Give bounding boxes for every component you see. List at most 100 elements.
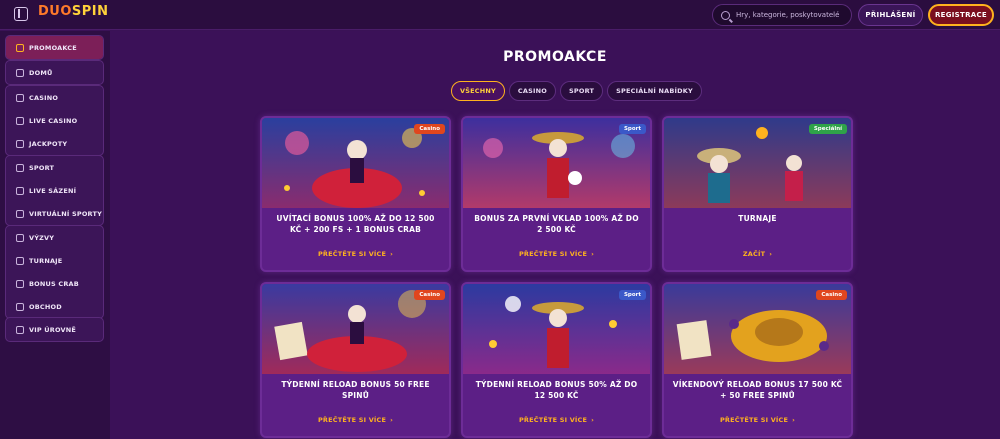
read-more-label: PŘEČTĚTE SI VÍCE [719,416,789,424]
challenge-icon [16,233,24,242]
category-badge: Casino [414,290,445,300]
read-more-link[interactable]: PŘEČTĚTE SI VÍCE › [262,250,449,258]
sidebar-item-label: VÝZVY [29,233,55,242]
chevron-right-icon: › [390,416,394,424]
sidebar-item-label: JACKPOTY [29,139,68,148]
search-icon [721,10,730,20]
main-content: PROMOAKCE VŠECHNY CASINO SPORT SPECIÁLNÍ… [110,31,1000,439]
virtual-icon [16,209,24,218]
promo-title: UVÍTACÍ BONUS 100% AŽ DO 12 500 KČ + 200… [276,214,435,234]
search-box[interactable] [712,4,852,26]
top-bar: DUOSPIN PŘIHLÁŠENÍ REGISTRACE [0,0,1000,30]
sidebar-item-label: VIRTUÁLNÍ SPORTY [29,209,102,218]
chevron-right-icon: › [792,416,796,424]
sidebar-item-jackpoty[interactable]: JACKPOTY [6,132,103,155]
tab-vsechny[interactable]: VŠECHNY [451,81,505,101]
chevron-right-icon: › [390,250,394,258]
login-button[interactable]: PŘIHLÁŠENÍ [858,4,923,26]
logo[interactable]: DUOSPIN [38,4,109,19]
logo-part-1: DUO [38,4,72,19]
sidebar-group-sport: SPORT LIVE SÁZENÍ VIRTUÁLNÍ SPORTY [5,155,104,226]
sidebar-toggle-icon[interactable] [14,7,28,21]
tab-sport[interactable]: SPORT [560,81,604,101]
category-badge: Sport [618,124,646,134]
category-badge: Casino [816,290,847,300]
sidebar-item-label: DOMŮ [29,68,53,77]
sidebar-group-vip: VIP ÚROVNĚ [5,317,104,342]
page-title: PROMOAKCE [503,49,607,65]
promo-card[interactable]: Speciální TURNAJE ZAČÍT › [662,116,853,272]
sidebar-item-vip[interactable]: VIP ÚROVNĚ [6,318,103,341]
tab-casino[interactable]: CASINO [508,81,556,101]
promo-title: TURNAJE [738,214,777,223]
start-link[interactable]: ZAČÍT › [664,250,851,258]
start-label: ZAČÍT [742,250,766,258]
filter-tabs: VŠECHNY CASINO SPORT SPECIÁLNÍ NABÍDKY [451,81,702,101]
sidebar-item-obchod[interactable]: OBCHOD [6,295,103,318]
chevron-right-icon: › [591,416,595,424]
category-badge: Casino [414,124,445,134]
sidebar-item-label: PROMOAKCE [29,43,77,52]
sidebar-item-turnaje[interactable]: TURNAJE [6,249,103,272]
read-more-link[interactable]: PŘEČTĚTE SI VÍCE › [262,416,449,424]
gift-icon [16,43,24,52]
home-icon [16,68,24,77]
sidebar-group-extras: VÝZVY TURNAJE BONUS CRAB OBCHOD [5,225,104,319]
logo-part-2: SPIN [71,4,109,19]
trophy-icon [16,256,24,265]
promo-title: VÍKENDOVÝ RELOAD BONUS 17 500 KČ + 50 FR… [672,380,843,400]
promo-card[interactable]: Sport TÝDENNÍ RELOAD BONUS 50% AŽ DO 12 … [461,282,652,438]
diamond-icon [16,325,24,334]
sidebar-item-label: CASINO [29,93,59,102]
promo-grid: Casino UVÍTACÍ BONUS 100% AŽ DO 12 500 K… [260,116,853,438]
sidebar-group-promo: PROMOAKCE [5,35,104,60]
shop-icon [16,302,24,311]
read-more-link[interactable]: PŘEČTĚTE SI VÍCE › [664,416,851,424]
promo-card[interactable]: Casino VÍKENDOVÝ RELOAD BONUS 17 500 KČ … [662,282,853,438]
sidebar-item-domu[interactable]: DOMŮ [6,61,103,84]
sidebar-item-label: LIVE CASINO [29,116,78,125]
ball-icon [16,163,24,172]
sidebar-item-label: BONUS CRAB [29,279,79,288]
category-badge: Speciální [808,124,847,134]
sidebar: PROMOAKCE DOMŮ CASINO LIVE CASINO JACKPO… [0,31,110,439]
slot-machine-icon [16,93,24,102]
sidebar-item-casino[interactable]: CASINO [6,86,103,109]
sidebar-item-vyzvy[interactable]: VÝZVY [6,226,103,249]
read-more-label: PŘEČTĚTE SI VÍCE [518,250,588,258]
sidebar-item-bonus-crab[interactable]: BONUS CRAB [6,272,103,295]
read-more-label: PŘEČTĚTE SI VÍCE [317,416,387,424]
sidebar-item-label: OBCHOD [29,302,62,311]
sidebar-item-label: TURNAJE [29,256,63,265]
promo-title: BONUS ZA PRVNÍ VKLAD 100% AŽ DO 2 500 KČ [474,214,639,234]
sidebar-item-sport[interactable]: SPORT [6,156,103,179]
promo-card[interactable]: Casino UVÍTACÍ BONUS 100% AŽ DO 12 500 K… [260,116,451,272]
read-more-link[interactable]: PŘEČTĚTE SI VÍCE › [463,416,650,424]
sidebar-item-label: VIP ÚROVNĚ [29,325,77,334]
chevron-right-icon: › [591,250,595,258]
play-icon [16,186,24,195]
sidebar-item-live-sazeni[interactable]: LIVE SÁZENÍ [6,179,103,202]
promo-title: TÝDENNÍ RELOAD BONUS 50% AŽ DO 12 500 KČ [475,380,638,400]
search-input[interactable] [736,11,846,19]
sidebar-item-promoakce[interactable]: PROMOAKCE [6,36,103,59]
sidebar-group-casino: CASINO LIVE CASINO JACKPOTY [5,85,104,156]
sidebar-item-virtualni-sporty[interactable]: VIRTUÁLNÍ SPORTY [6,202,103,225]
sidebar-group-home: DOMŮ [5,60,104,85]
chevron-right-icon: › [769,250,773,258]
promo-card[interactable]: Casino TÝDENNÍ RELOAD BONUS 50 FREE SPIN… [260,282,451,438]
sidebar-item-label: LIVE SÁZENÍ [29,186,77,195]
category-badge: Sport [618,290,646,300]
cards-icon [16,116,24,125]
tab-specialni-nabidky[interactable]: SPECIÁLNÍ NABÍDKY [607,81,702,101]
jackpot-icon [16,139,24,148]
sidebar-item-label: SPORT [29,163,55,172]
register-button[interactable]: REGISTRACE [928,4,994,26]
promo-title: TÝDENNÍ RELOAD BONUS 50 FREE SPINŮ [281,380,430,400]
read-more-label: PŘEČTĚTE SI VÍCE [317,250,387,258]
promo-card[interactable]: Sport BONUS ZA PRVNÍ VKLAD 100% AŽ DO 2 … [461,116,652,272]
read-more-label: PŘEČTĚTE SI VÍCE [518,416,588,424]
read-more-link[interactable]: PŘEČTĚTE SI VÍCE › [463,250,650,258]
sidebar-item-live-casino[interactable]: LIVE CASINO [6,109,103,132]
crab-icon [16,279,24,288]
